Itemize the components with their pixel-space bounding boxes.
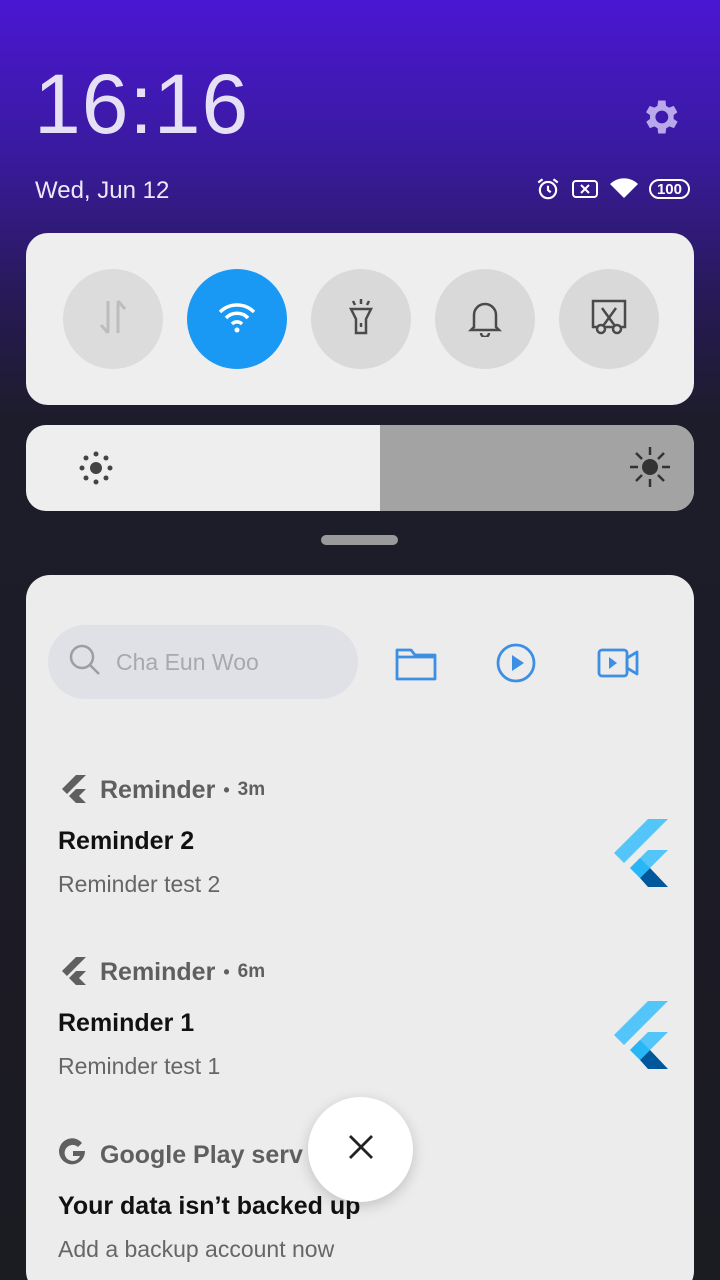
wifi-status-icon [609, 177, 639, 201]
google-g-icon [58, 1137, 88, 1173]
no-sim-icon [571, 178, 599, 200]
app-name: Reminder [100, 957, 216, 986]
date-label[interactable]: Wed, Jun 12 [35, 177, 169, 205]
search-bar[interactable]: Cha Eun Woo [48, 625, 358, 699]
clear-all-button[interactable] [308, 1097, 413, 1202]
bell-icon [467, 297, 503, 342]
app-name: Google Play serv [100, 1140, 303, 1169]
flutter-app-icon [58, 773, 88, 808]
separator-dot: • [223, 779, 230, 800]
flashlight-icon [345, 297, 377, 342]
notification-text: Add a backup account now [58, 1236, 335, 1262]
brightness-low-icon [78, 450, 114, 491]
screenshot-toggle[interactable] [559, 269, 659, 369]
video-icon[interactable] [596, 641, 640, 685]
battery-icon: 100 [648, 179, 690, 199]
notification-header: Reminder • 3m [58, 773, 668, 807]
search-input[interactable]: Cha Eun Woo [116, 649, 259, 676]
brightness-high-icon [628, 445, 672, 494]
flutter-logo-icon [614, 819, 668, 892]
battery-level: 100 [648, 179, 690, 199]
notification-time: 3m [237, 779, 266, 800]
status-icons: 100 [535, 175, 690, 203]
sound-toggle[interactable] [435, 269, 535, 369]
flutter-app-icon [58, 955, 88, 990]
notification-time: 6m [237, 961, 266, 982]
search-icon [68, 643, 102, 682]
scissors-icon [590, 298, 628, 341]
mobile-data-toggle[interactable] [63, 269, 163, 369]
notification-text: Reminder test 1 [58, 1053, 221, 1079]
notification-item[interactable]: Reminder • 6m Reminder 1 Reminder test 1 [58, 955, 668, 1080]
flutter-logo-icon [614, 1001, 668, 1074]
separator-dot: • [223, 961, 230, 982]
app-name: Reminder [100, 775, 216, 804]
wifi-icon [217, 300, 257, 339]
alarm-icon [535, 176, 561, 202]
wifi-toggle[interactable] [187, 269, 287, 369]
notification-item[interactable]: Reminder • 3m Reminder 2 Reminder test 2 [58, 773, 668, 898]
flashlight-toggle[interactable] [311, 269, 411, 369]
notification-title: Reminder 2 [58, 827, 195, 855]
close-icon [346, 1132, 376, 1167]
folder-icon[interactable] [394, 641, 438, 685]
play-icon[interactable] [494, 641, 538, 685]
brightness-slider[interactable] [26, 425, 694, 511]
notification-title: Reminder 1 [58, 1009, 195, 1037]
quick-settings-panel [26, 233, 694, 405]
notification-header: Reminder • 6m [58, 955, 668, 989]
clock: 16:16 [34, 57, 250, 151]
data-transfer-icon [96, 297, 130, 342]
notification-text: Reminder test 2 [58, 871, 221, 897]
drag-handle[interactable] [321, 535, 398, 545]
settings-gear-icon[interactable] [638, 95, 682, 139]
